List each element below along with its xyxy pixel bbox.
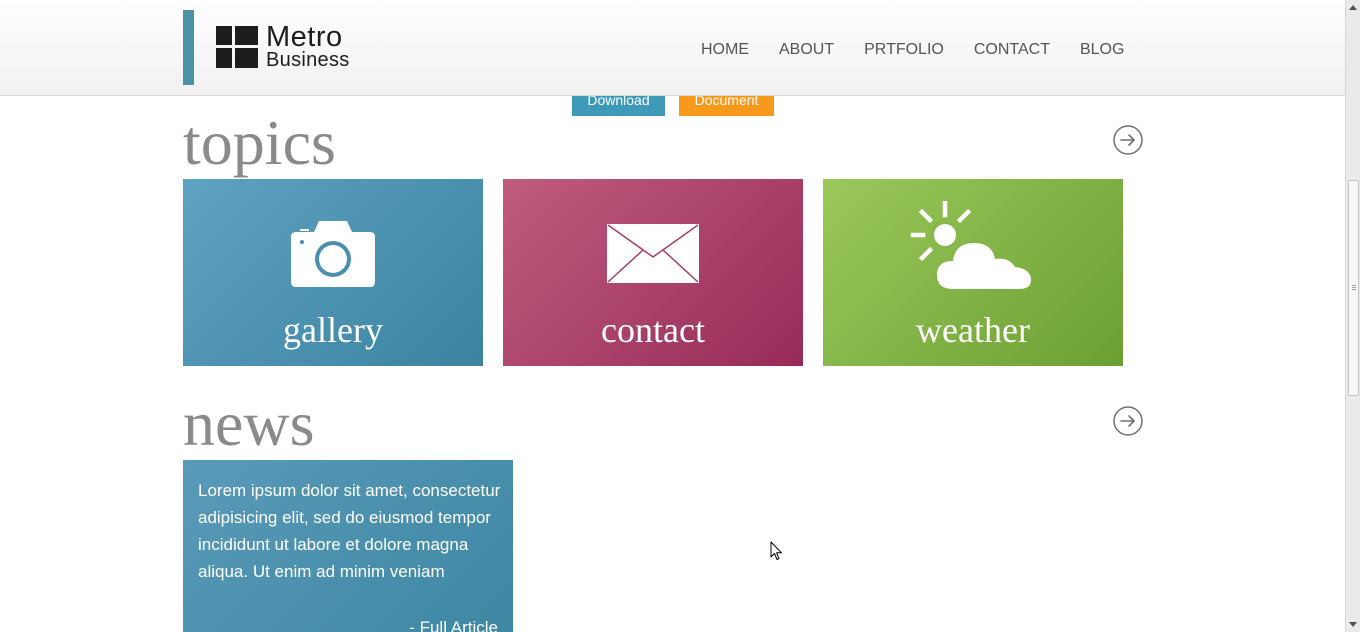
news-card[interactable]: Lorem ipsum dolor sit amet, consectetur … xyxy=(183,460,513,632)
news-arrow-icon[interactable] xyxy=(1113,406,1143,436)
topics-heading: topics xyxy=(183,107,336,178)
tile-gallery[interactable]: gallery xyxy=(183,179,483,366)
vertical-scrollbar[interactable] xyxy=(1345,0,1360,632)
grip-line xyxy=(1352,285,1356,286)
camera-icon xyxy=(291,221,375,287)
envelope-icon xyxy=(607,224,699,283)
scroll-thumb[interactable] xyxy=(1348,180,1359,396)
news-card-text: Lorem ipsum dolor sit amet, consectetur … xyxy=(198,481,501,581)
topics-arrow-icon[interactable] xyxy=(1113,125,1143,155)
logo[interactable]: Metro Business xyxy=(266,21,350,71)
tile-contact-label: contact xyxy=(601,310,705,350)
grip-line xyxy=(1352,287,1356,288)
logo-line2: Business xyxy=(266,49,350,71)
tile-weather-label: weather xyxy=(916,310,1030,350)
nav-contact[interactable]: CONTACT xyxy=(974,41,1050,59)
logo-accent-bar xyxy=(183,10,194,85)
scroll-down-arrow-icon[interactable] xyxy=(1349,622,1357,627)
main-nav: HOME ABOUT PRTFOLIO CONTACT BLOG xyxy=(701,41,1154,59)
mouse-cursor-icon xyxy=(770,541,782,560)
tile-gallery-label: gallery xyxy=(283,310,383,350)
nav-blog[interactable]: BLOG xyxy=(1080,41,1124,59)
full-article-link[interactable]: - Full Article xyxy=(409,618,498,632)
tile-weather[interactable]: weather xyxy=(823,179,1123,366)
nav-about[interactable]: ABOUT xyxy=(779,41,834,59)
tile-contact[interactable]: contact xyxy=(503,179,803,366)
scroll-up-arrow-icon[interactable] xyxy=(1349,5,1357,10)
logo-grid-icon[interactable] xyxy=(216,26,258,68)
news-heading: news xyxy=(183,388,315,459)
site-header: Metro Business HOME ABOUT PRTFOLIO CONTA… xyxy=(0,0,1345,96)
logo-line1: Metro xyxy=(266,21,343,53)
nav-portfolio[interactable]: PRTFOLIO xyxy=(864,41,944,59)
sun-cloud-icon xyxy=(910,201,1031,289)
grip-line xyxy=(1352,289,1356,290)
nav-home[interactable]: HOME xyxy=(701,41,749,59)
